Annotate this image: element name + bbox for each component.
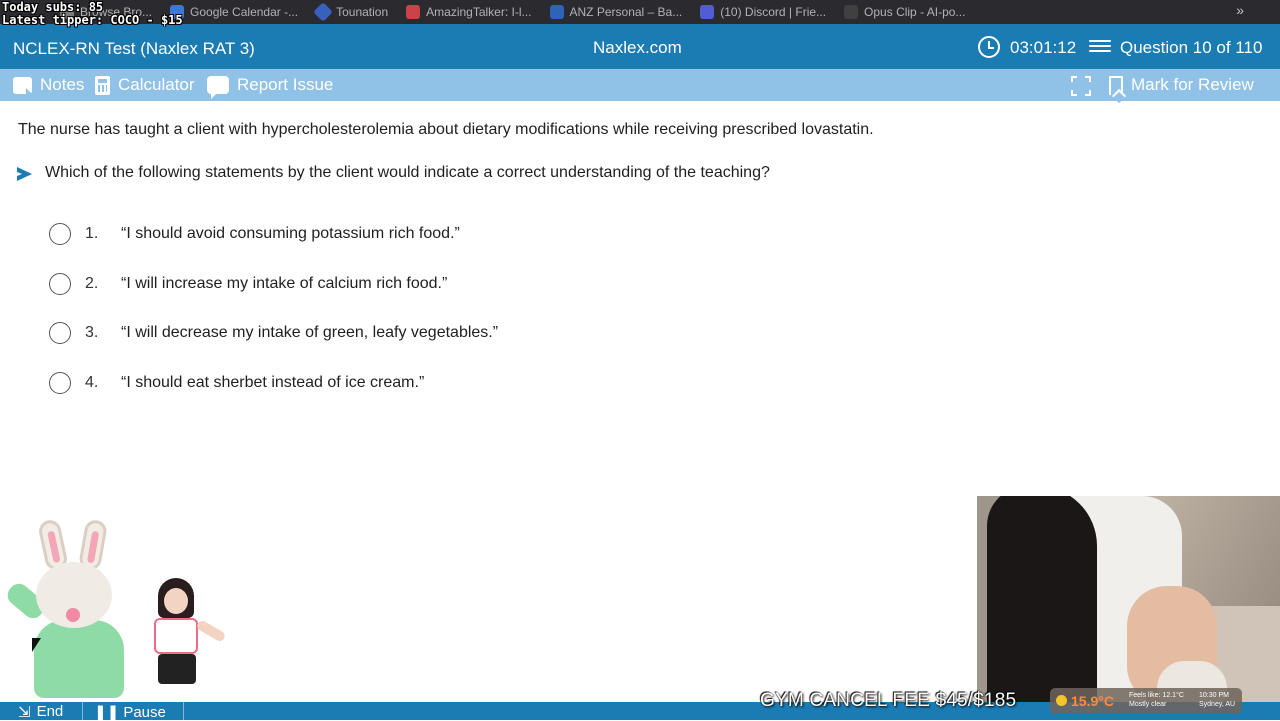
bookmark-item[interactable]: Google Calendar -... (170, 5, 298, 19)
bunny-sticker (3, 518, 136, 705)
divider (183, 702, 184, 720)
answer-options: 1. “I should avoid consuming potassium r… (49, 221, 498, 420)
calculator-icon (95, 75, 110, 95)
calculator-button[interactable]: Calculator (95, 75, 195, 95)
option-number: 2. (85, 274, 99, 292)
weather-time: 10:30 PM Sydney, AU (1199, 692, 1236, 708)
weather-moon-icon (1056, 695, 1067, 706)
notes-label: Notes (40, 75, 85, 94)
bookmark-item[interactable]: ANZ Personal – Ba... (549, 5, 682, 19)
radio-button[interactable] (49, 272, 71, 295)
fullscreen-icon (1071, 76, 1077, 82)
question-stem: The nurse has taught a client with hyper… (18, 121, 874, 138)
latest-tipper-text: Latest tipper: COCO - $15 (2, 13, 183, 27)
radio-button[interactable] (49, 322, 71, 344)
answer-option-4[interactable]: 4. “I should eat sherbet instead of ice … (49, 370, 424, 420)
discord-icon (700, 5, 715, 19)
option-text: “I should eat sherbet instead of ice cre… (121, 373, 425, 391)
answer-option-1[interactable]: 1. “I should avoid consuming potassium r… (49, 221, 460, 271)
report-issue-button[interactable]: Report Issue (207, 75, 334, 99)
calculator-label: Calculator (118, 75, 195, 94)
pause-icon: ❚❚ (94, 704, 120, 721)
option-number: 4. (85, 373, 99, 391)
answer-option-3[interactable]: 3. “I will decrease my intake of green, … (49, 320, 498, 370)
comment-icon (207, 76, 229, 99)
browser-bookmarks-bar: Browse Bro... Google Calendar -... Touna… (0, 0, 1280, 24)
weather-details: Feels like: 12.1°C Mostly clear (1129, 692, 1184, 708)
bookmark-favicon-icon (549, 5, 564, 19)
question-prompt: Which of the following statements by the… (45, 164, 770, 181)
bookmark-item[interactable]: Tounation (313, 2, 388, 22)
bookmark-favicon-icon (406, 5, 421, 19)
exam-toolbar: Notes Calculator Report Issue Mark for R… (0, 69, 1280, 101)
bookmark-item[interactable]: (10) Discord | Frie... (700, 5, 826, 19)
option-text: “I will decrease my intake of green, lea… (121, 324, 499, 341)
question-counter: Question 10 of 110 (1120, 38, 1263, 57)
option-text: “I will increase my intake of calcium ri… (121, 274, 448, 292)
clock-icon (978, 36, 1000, 58)
mouse-cursor-icon (32, 638, 41, 652)
end-button[interactable]: ⇲ End (18, 703, 63, 721)
webcam-feed (977, 496, 1280, 720)
bookmark-favicon-icon (844, 5, 859, 19)
site-name: Naxlex.com (593, 38, 682, 57)
bookmark-favicon-icon (313, 2, 333, 22)
radio-button[interactable] (49, 371, 71, 394)
stream-stats-overlay: Today subs: 85 Latest tipper: COCO - $15 (2, 1, 183, 27)
answer-option-2[interactable]: 2. “I will increase my intake of calcium… (49, 271, 447, 321)
notes-button[interactable]: Notes (13, 75, 84, 95)
option-number: 3. (85, 324, 99, 341)
test-title: NCLEX-RN Test (Naxlex RAT 3) (13, 39, 255, 58)
option-number: 1. (85, 225, 99, 242)
arrow-right-icon (17, 167, 32, 181)
question-list-icon (1089, 40, 1111, 54)
end-icon: ⇲ (18, 704, 31, 721)
bookmarks-more-icon[interactable]: » (1236, 2, 1244, 18)
bookmark-item[interactable]: Opus Clip - AI-po... (844, 5, 965, 19)
bookmark-icon (1109, 75, 1123, 95)
pause-button[interactable]: ❚❚ Pause (94, 703, 166, 721)
report-issue-label: Report Issue (237, 75, 334, 94)
character-sticker (146, 578, 227, 702)
option-text: “I should avoid consuming potassium rich… (121, 225, 460, 242)
weather-widget: 15.9°C Feels like: 12.1°C Mostly clear 1… (1050, 688, 1242, 714)
divider (82, 702, 83, 720)
gym-fee-overlay: GYM CANCEL FEE $45/$185 (760, 690, 1017, 711)
radio-button[interactable] (49, 223, 71, 245)
notes-icon (13, 76, 32, 94)
exam-timer: 03:01:12 (1010, 38, 1077, 57)
fullscreen-button[interactable] (1071, 76, 1091, 96)
mark-for-review-label: Mark for Review (1131, 75, 1254, 94)
weather-temp: 15.9°C (1071, 693, 1114, 709)
bookmark-item[interactable]: AmazingTalker: I-l... (406, 5, 532, 19)
exam-header: NCLEX-RN Test (Naxlex RAT 3) Naxlex.com … (0, 24, 1280, 69)
mark-for-review-button[interactable]: Mark for Review (1109, 75, 1254, 95)
